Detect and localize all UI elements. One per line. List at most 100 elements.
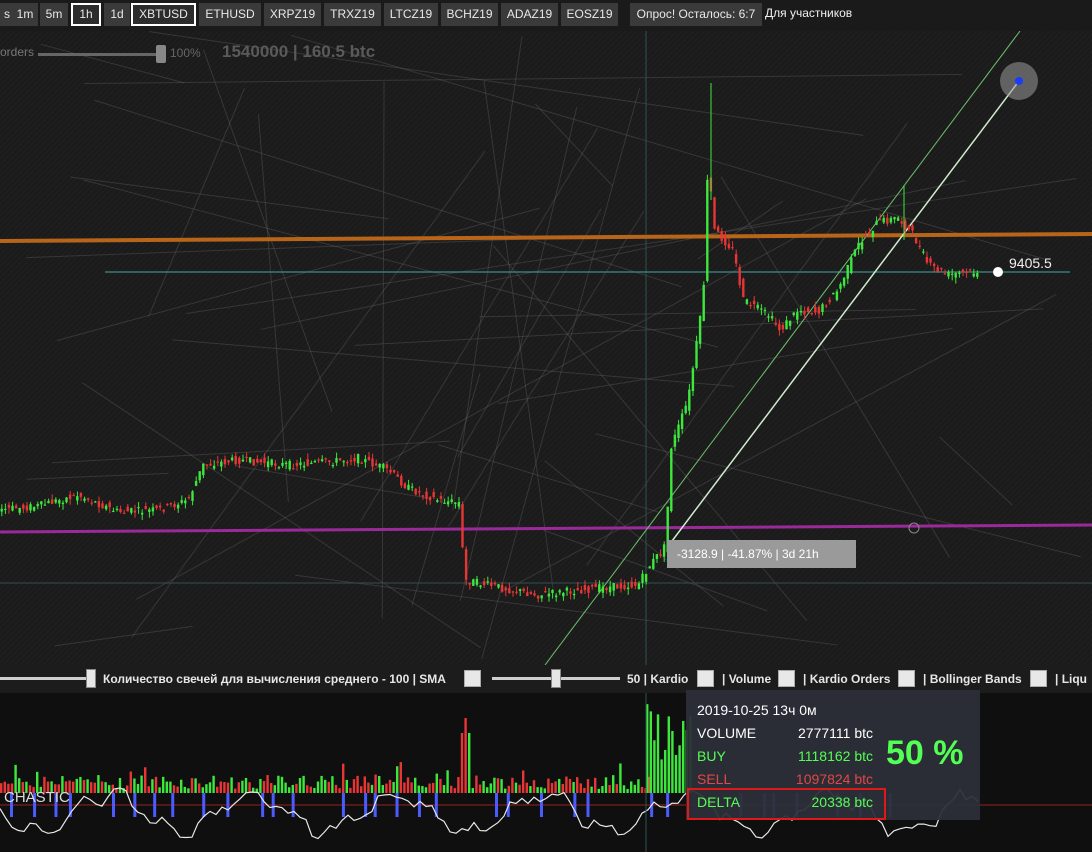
volume-bar [86,779,89,793]
orders-slider[interactable] [38,53,162,56]
volume-bar [660,759,663,793]
timeframe-1m-button[interactable]: 1m [12,3,38,26]
stoch-tick [495,793,499,817]
symbol-bchz19-button[interactable]: BCHZ19 [441,3,498,26]
volume-bar [388,779,392,793]
volume-bar [457,777,460,793]
volume-bar [266,775,269,793]
candle-body [385,464,389,469]
candle-body [493,582,497,585]
volume-bar [482,781,485,793]
candle-body [248,457,252,463]
candle-body [274,463,277,466]
volume-bar [306,785,309,793]
orders-percent: 100% [170,46,201,60]
candle-body [475,578,479,585]
kardio-checkbox[interactable] [697,670,714,687]
buy-value: 1118162 btc [798,748,873,764]
orders-slider-knob[interactable] [156,45,166,63]
candle-body [36,504,39,507]
candle-body [403,483,407,489]
volume-bar [682,720,685,793]
volume-bar [597,788,600,793]
survey-button[interactable]: Опрос! Осталось: 6:7 [630,3,762,26]
candle-body [205,464,209,466]
candle-body [331,464,335,467]
candle-body [850,257,853,274]
volume-checkbox[interactable] [778,670,795,687]
volume-row: VOLUME 2777111 btc [697,725,873,745]
volume-bar [656,714,660,793]
volume-bar [183,786,186,793]
volume-bar [219,781,222,793]
volume-bar [259,778,262,793]
candle-body [590,584,594,587]
symbol-xbtusd-button[interactable]: XBTUSD [131,3,196,26]
sma-period-slider[interactable] [0,677,92,680]
sma-period-slider-knob[interactable] [86,669,96,688]
symbol-ethusd-button[interactable]: ETHUSD [199,3,261,26]
candle-body [202,463,205,476]
sma-checkbox[interactable] [464,670,481,687]
candle-body [295,463,299,466]
stoch-tick [539,793,543,817]
volume-bar [158,787,161,793]
volume-bar [561,783,564,793]
volume-bar [460,733,464,793]
symbol-adaz19-button[interactable]: ADAZ19 [501,3,558,26]
candle-body [50,499,54,504]
candle-body [918,245,921,248]
candle-body [569,591,572,594]
price-chart[interactable] [0,31,1092,665]
liquidation-label: | Liqu [1055,672,1088,686]
trend-handle-dot[interactable] [1015,77,1023,85]
volume-bar [115,788,118,793]
candle-body [842,277,846,286]
symbol-eosz19-button[interactable]: EOSZ19 [561,3,618,26]
candle-body [500,584,504,592]
bollinger-checkbox[interactable] [1030,670,1047,687]
candle-body [68,494,72,499]
candle-body [936,267,939,272]
volume-bar [154,776,158,793]
candle-body [536,595,540,599]
timeframe-5m-button[interactable]: 5m [40,3,68,26]
candle-body [518,589,522,591]
volume-bar [601,785,604,793]
volume-bar [590,786,593,793]
candle-body [587,586,590,593]
candle-body [810,312,813,315]
chart-header-stats: 1540000 | 160.5 btc [222,42,376,61]
stoch-tick [133,793,137,817]
symbol-xrpz19-button[interactable]: XRPZ19 [264,3,321,26]
volume-bar [370,784,374,793]
volume-bar [0,783,3,793]
volume-bar [97,775,100,793]
candle-body [796,312,799,320]
candle-body [241,459,245,462]
candle-body [194,480,198,486]
volume-bar [446,770,449,793]
candle-body [547,593,551,597]
candle-body [76,496,79,501]
candle-info-box: 2019-10-25 13ч 0м VOLUME 2777111 btc BUY… [686,690,980,820]
timeframe-1d-button[interactable]: 1d [104,3,130,26]
candle-body [950,273,954,275]
volume-bar [536,787,539,793]
volume-bar [241,780,244,793]
candle-body [119,508,122,513]
candle-body [832,292,835,295]
candle-body [752,300,756,305]
kardio-slider-knob[interactable] [551,669,561,688]
symbol-trxz19-button[interactable]: TRXZ19 [324,3,381,26]
symbol-ltcz19-button[interactable]: LTCZ19 [384,3,438,26]
candle-body [148,509,151,512]
volume-bar [511,777,514,793]
volume-bar [514,782,518,793]
candle-body [468,582,471,585]
kardio-orders-checkbox[interactable] [898,670,915,687]
candle-body [263,457,266,464]
timeframe-1h-button[interactable]: 1h [71,3,101,26]
candle-body [749,304,752,307]
volume-bar [640,786,644,793]
